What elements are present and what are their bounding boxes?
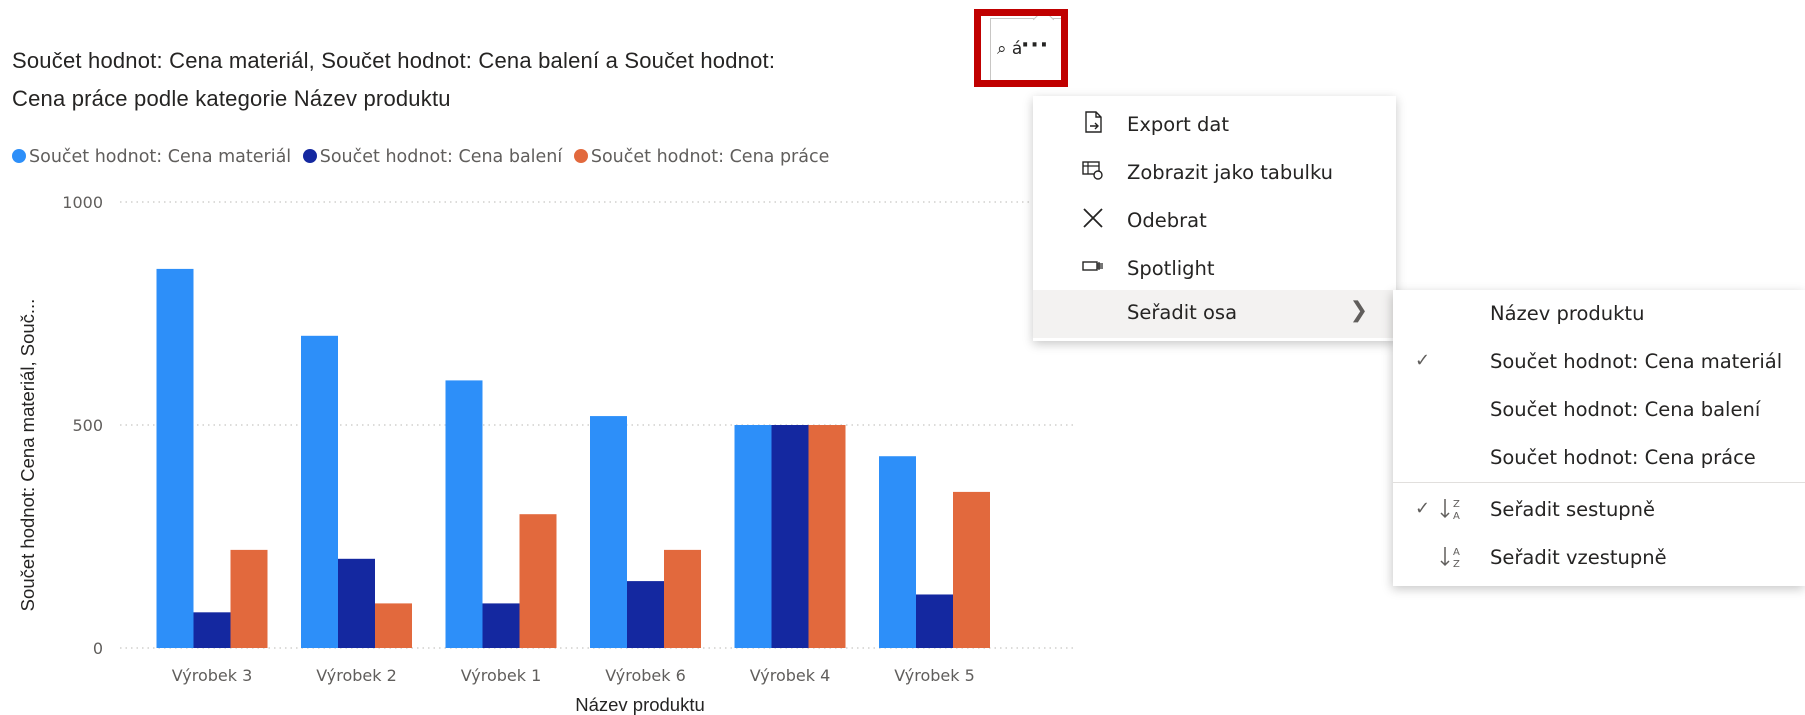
bar-výrobek-6-series-0[interactable] [590,416,627,648]
export-icon [1085,111,1102,133]
bar-výrobek-1-series-1[interactable] [482,603,520,648]
submenu-item-label: Název produktu [1490,302,1645,325]
x-axis-title: Název produktu [575,694,705,715]
y-tick-label: 500 [72,416,103,435]
svg-text:Z: Z [1453,559,1460,570]
y-tick-label: 1000 [62,193,103,212]
x-tick-label: Výrobek 2 [316,666,397,685]
x-tick-label: Výrobek 5 [894,666,975,685]
sort-by-product-name[interactable]: Název produktu [1393,290,1805,338]
menu-item-label: Export dat [1127,113,1230,136]
bar-výrobek-2-series-2[interactable] [375,603,412,648]
spotlight-icon [1082,261,1103,271]
bar-výrobek-1-series-0[interactable] [445,380,483,648]
menu-item-spotlight[interactable]: Spotlight [1033,246,1396,294]
x-tick-label: Výrobek 3 [172,666,253,685]
bar-výrobek-4-series-1[interactable] [771,425,809,648]
x-tick-label: Výrobek 6 [605,666,686,685]
submenu-item-label: Seřadit sestupně [1490,498,1656,521]
bar-výrobek-3-series-1[interactable] [193,612,231,648]
sort-ascending-icon: A Z [1440,547,1460,570]
sort-by-material[interactable]: ✓ Součet hodnot: Cena materiál [1393,338,1805,386]
highlight-box [974,9,1068,87]
menu-item-sort-axis[interactable]: Seřadit osa ❯ [1033,290,1396,338]
x-tick-label: Výrobek 1 [461,666,542,685]
svg-text:A: A [1453,547,1460,558]
sort-by-labor[interactable]: Součet hodnot: Cena práce [1393,434,1805,482]
check-icon: ✓ [1415,350,1431,371]
sort-descending[interactable]: ✓ Z A Seřadit sestupně [1393,486,1805,534]
bar-výrobek-4-series-0[interactable] [734,425,772,648]
menu-item-label: Seřadit osa [1127,301,1238,324]
svg-text:A: A [1453,511,1460,522]
submenu-item-label: Součet hodnot: Cena práce [1490,446,1756,469]
x-tick-label: Výrobek 4 [750,666,831,685]
bar-výrobek-3-series-2[interactable] [230,549,268,648]
bar-výrobek-2-series-0[interactable] [301,335,338,648]
svg-text:Z: Z [1453,499,1460,510]
submenu-separator [1393,482,1805,483]
bar-výrobek-1-series-2[interactable] [519,514,557,648]
submenu-item-label: Součet hodnot: Cena balení [1490,398,1761,421]
menu-item-show-as-table[interactable]: Zobrazit jako tabulku [1033,150,1396,198]
chart-bars [156,268,990,648]
clustered-column-chart: 0 500 1000 Výrobek 3 Výrobek 2 Výrobek 1 Výrob… [17,193,1075,715]
y-axis-title: Součet hodnot: Cena materiál, Souč... [17,299,38,612]
bar-výrobek-2-series-1[interactable] [338,558,375,648]
menu-item-label: Odebrat [1127,209,1207,232]
menu-item-export[interactable]: Export dat [1033,102,1396,150]
submenu-item-label: Seřadit vzestupně [1490,546,1667,569]
bar-výrobek-5-series-0[interactable] [879,456,916,648]
sort-ascending[interactable]: A Z Seřadit vzestupně [1393,534,1805,582]
bar-výrobek-4-series-2[interactable] [808,425,846,648]
sort-by-packaging[interactable]: Součet hodnot: Cena balení [1393,386,1805,434]
close-icon [1083,208,1103,228]
bar-výrobek-6-series-2[interactable] [664,549,701,648]
menu-item-remove[interactable]: Odebrat [1033,198,1396,246]
menu-item-label: Zobrazit jako tabulku [1127,161,1334,184]
sort-descending-icon: Z A [1440,499,1460,522]
bar-výrobek-6-series-1[interactable] [627,581,664,648]
check-icon: ✓ [1415,498,1431,519]
y-tick-label: 0 [93,639,103,658]
table-view-icon [1082,161,1103,180]
menu-item-label: Spotlight [1127,257,1215,280]
sort-axis-submenu: Název produktu ✓ Součet hodnot: Cena mat… [1393,290,1805,586]
bar-výrobek-5-series-2[interactable] [953,491,990,648]
more-options-menu: Export dat Zobrazit jako tabulku Odebrat… [1033,96,1396,341]
submenu-item-label: Součet hodnot: Cena materiál [1490,350,1783,373]
bar-výrobek-5-series-1[interactable] [916,594,953,648]
chevron-right-icon: ❯ [1349,298,1368,323]
bar-výrobek-3-series-0[interactable] [156,268,194,648]
